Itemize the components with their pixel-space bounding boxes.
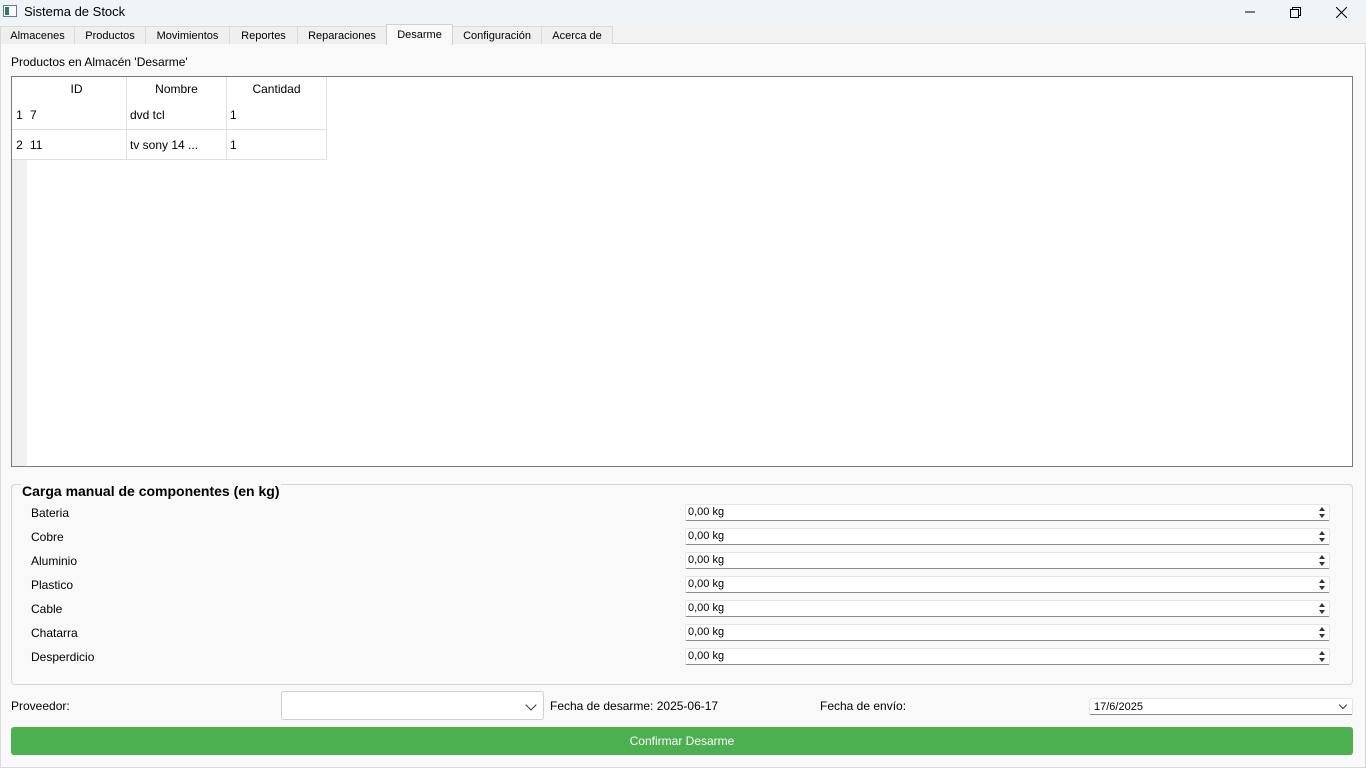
chevron-down-icon[interactable] bbox=[1338, 700, 1348, 710]
table-row[interactable]: 2 11 tv sony 14 ... 1 bbox=[12, 130, 327, 160]
spin-arrows-icon[interactable] bbox=[1317, 626, 1327, 640]
confirm-desarme-button[interactable]: Confirmar Desarme bbox=[11, 727, 1353, 755]
tab-bar: Almacenes Productos Movimientos Reportes… bbox=[0, 24, 1366, 45]
title-bar: Sistema de Stock bbox=[0, 0, 1366, 24]
desperdicio-spinbox[interactable]: 0,00 kg bbox=[685, 648, 1330, 665]
column-header-cantidad[interactable]: Cantidad bbox=[227, 77, 327, 100]
fecha-desarme-label: Fecha de desarme: 2025-06-17 bbox=[550, 699, 719, 713]
label-chatarra: Chatarra bbox=[31, 626, 78, 640]
products-table[interactable]: ID Nombre Cantidad 1 7 dvd tcl 1 2 11 tv… bbox=[11, 76, 1353, 467]
cell-nombre[interactable]: dvd tcl bbox=[127, 100, 227, 130]
tab-movimientos[interactable]: Movimientos bbox=[145, 26, 230, 44]
label-bateria: Bateria bbox=[31, 506, 70, 520]
spin-arrows-icon[interactable] bbox=[1317, 602, 1327, 616]
products-title: Productos en Almacén 'Desarme' bbox=[11, 55, 188, 69]
components-title: Carga manual de componentes (en kg) bbox=[21, 483, 281, 499]
cable-spinbox[interactable]: 0,00 kg bbox=[685, 600, 1330, 617]
chatarra-spinbox[interactable]: 0,00 kg bbox=[685, 624, 1330, 641]
tab-productos[interactable]: Productos bbox=[74, 26, 146, 44]
tab-reparaciones[interactable]: Reparaciones bbox=[297, 26, 387, 44]
close-button[interactable] bbox=[1318, 0, 1364, 24]
label-cable: Cable bbox=[31, 602, 63, 616]
table-row[interactable]: 1 7 dvd tcl 1 bbox=[12, 100, 327, 130]
row-number: 2 bbox=[12, 130, 27, 160]
tab-configuracion[interactable]: Configuración bbox=[452, 26, 542, 44]
restore-icon bbox=[1289, 6, 1301, 18]
cell-id[interactable]: 11 bbox=[27, 130, 127, 160]
fecha-envio-date-edit[interactable]: 17/6/2025 bbox=[1089, 698, 1353, 715]
table-header: ID Nombre Cantidad bbox=[27, 77, 327, 100]
tab-almacenes[interactable]: Almacenes bbox=[0, 26, 75, 44]
proveedor-label: Proveedor: bbox=[11, 699, 70, 713]
column-header-id[interactable]: ID bbox=[27, 77, 127, 100]
aluminio-spinbox[interactable]: 0,00 kg bbox=[685, 552, 1330, 569]
maximize-button[interactable] bbox=[1272, 0, 1318, 24]
label-plastico: Plastico bbox=[31, 578, 74, 592]
fecha-envio-value: 17/6/2025 bbox=[1094, 701, 1143, 713]
window-title: Sistema de Stock bbox=[24, 4, 126, 19]
spin-arrows-icon[interactable] bbox=[1317, 650, 1327, 664]
row-number: 1 bbox=[12, 100, 27, 130]
table-corner bbox=[12, 77, 27, 100]
label-cobre: Cobre bbox=[31, 530, 64, 544]
bateria-spinbox[interactable]: 0,00 kg bbox=[685, 504, 1330, 521]
app-icon bbox=[3, 5, 17, 17]
spin-arrows-icon[interactable] bbox=[1317, 530, 1327, 544]
spin-arrows-icon[interactable] bbox=[1317, 554, 1327, 568]
fecha-envio-label: Fecha de envío: bbox=[820, 699, 907, 713]
chevron-down-icon bbox=[525, 699, 537, 711]
column-header-nombre[interactable]: Nombre bbox=[127, 77, 227, 100]
cell-cantidad[interactable]: 1 bbox=[227, 100, 327, 130]
cell-cantidad[interactable]: 1 bbox=[227, 130, 327, 160]
minimize-button[interactable] bbox=[1227, 0, 1273, 24]
tab-reportes[interactable]: Reportes bbox=[229, 26, 298, 44]
label-desperdicio: Desperdicio bbox=[31, 650, 95, 664]
plastico-spinbox[interactable]: 0,00 kg bbox=[685, 576, 1330, 593]
tab-acerca-de[interactable]: Acerca de bbox=[541, 26, 613, 44]
cell-nombre[interactable]: tv sony 14 ... bbox=[127, 130, 227, 160]
cell-id[interactable]: 7 bbox=[27, 100, 127, 130]
tab-desarme[interactable]: Desarme bbox=[386, 24, 453, 45]
proveedor-combobox[interactable] bbox=[281, 691, 544, 720]
cobre-spinbox[interactable]: 0,00 kg bbox=[685, 528, 1330, 545]
spin-arrows-icon[interactable] bbox=[1317, 506, 1327, 520]
spin-arrows-icon[interactable] bbox=[1317, 578, 1327, 592]
minimize-icon bbox=[1245, 11, 1255, 13]
label-aluminio: Aluminio bbox=[31, 554, 78, 568]
close-icon bbox=[1335, 6, 1347, 18]
